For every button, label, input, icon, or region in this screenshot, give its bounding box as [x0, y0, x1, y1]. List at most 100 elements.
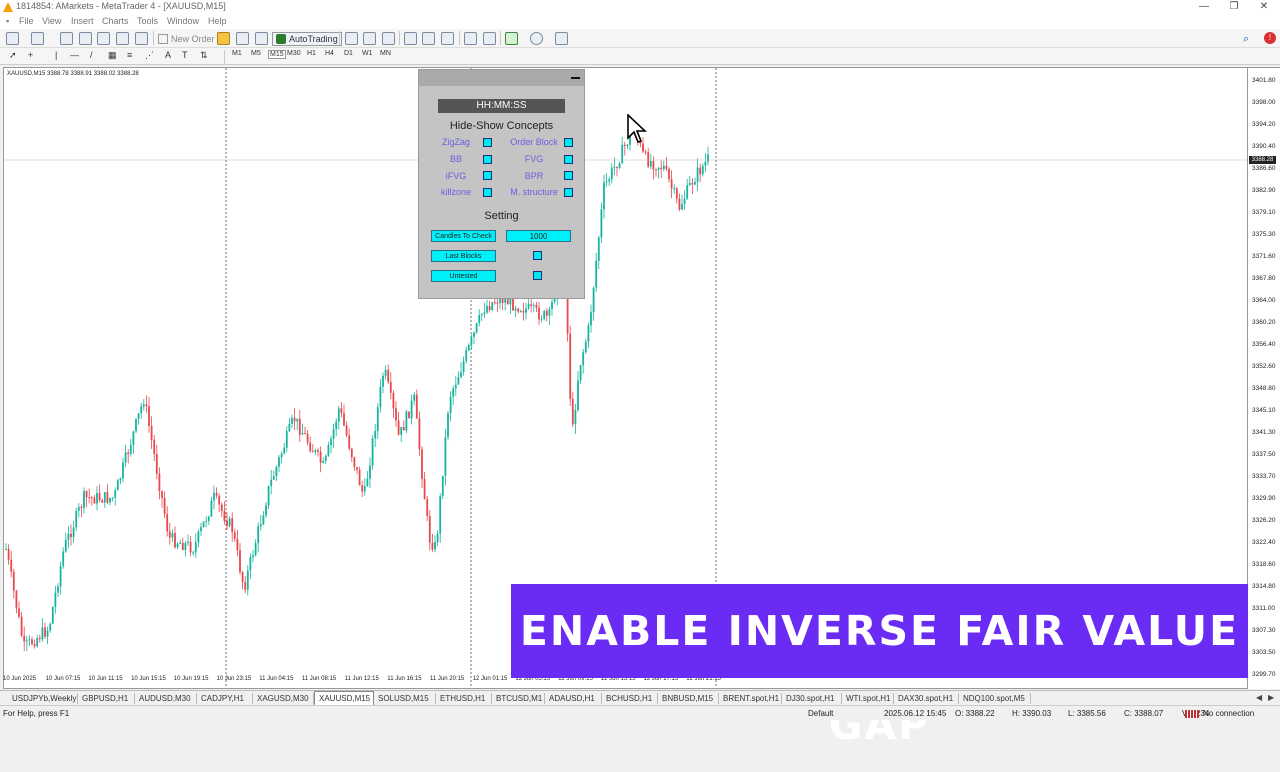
symbol-tab[interactable]: BTCUSD,M1 — [492, 693, 545, 704]
fibonacci-icon[interactable]: ≡ — [127, 50, 132, 60]
indicator-panel[interactable]: HH:MM:SS Hide-Show Concepts ZigZag Order… — [418, 69, 585, 299]
new-chart-icon[interactable] — [6, 32, 19, 45]
symbol-tab[interactable]: XAUUSD,M15 — [314, 691, 374, 705]
timeframe-m1[interactable]: M1 — [232, 50, 242, 57]
symbol-tab[interactable]: ETHUSD,H1 — [436, 693, 492, 704]
concept-bb-checkbox[interactable] — [483, 155, 492, 164]
concept-ifvg-checkbox[interactable] — [483, 171, 492, 180]
untested-button[interactable]: Untested — [431, 270, 496, 282]
vertical-line-icon[interactable]: | — [55, 50, 57, 60]
new-order-button[interactable]: New Order — [158, 32, 215, 46]
candle-body — [75, 510, 78, 528]
arrows-icon[interactable]: ⇅ — [200, 50, 208, 61]
menu-insert[interactable]: Insert — [71, 16, 94, 26]
navigator-icon[interactable] — [97, 32, 110, 45]
metaeditor-icon[interactable] — [217, 32, 230, 45]
symbol-tab[interactable]: CADJPY,H1 — [197, 693, 253, 704]
last-blocks-checkbox[interactable] — [533, 251, 542, 260]
timeframe-h1[interactable]: H1 — [307, 50, 316, 57]
chart-shift-icon[interactable] — [483, 32, 496, 45]
concept-fvg-checkbox[interactable] — [564, 155, 573, 164]
tabs-scroll-right-icon[interactable]: ▶ — [1268, 693, 1274, 702]
profiles-icon[interactable] — [31, 32, 44, 45]
line-chart-icon[interactable] — [382, 32, 395, 45]
candle-body — [358, 469, 361, 486]
symbol-tab[interactable]: WTI.spot,H1 — [842, 693, 894, 704]
menu-charts[interactable]: Charts — [102, 16, 129, 26]
zoom-in-icon[interactable] — [404, 32, 417, 45]
indicators-icon[interactable] — [505, 32, 518, 45]
symbol-tab[interactable]: GBPUSD,H1 — [78, 693, 135, 704]
tester-icon[interactable] — [135, 32, 148, 45]
symbol-tab[interactable]: DJ30.spot,H1 — [782, 693, 842, 704]
menu-help[interactable]: Help — [208, 16, 227, 26]
channel-icon[interactable]: ▦ — [108, 50, 117, 61]
options-icon[interactable] — [255, 32, 268, 45]
data-window-icon[interactable] — [79, 32, 92, 45]
bar-chart-icon[interactable] — [345, 32, 358, 45]
timeframe-m30[interactable]: M30 — [287, 50, 301, 57]
concept-zigzag-checkbox[interactable] — [483, 138, 492, 147]
zoom-out-icon[interactable] — [422, 32, 435, 45]
symbol-tab[interactable]: BNBUSD,M15 — [658, 693, 719, 704]
menu-tools[interactable]: Tools — [137, 16, 158, 26]
timeframe-mn[interactable]: MN — [380, 50, 391, 57]
timeframe-m5[interactable]: M5 — [251, 50, 261, 57]
candle-body — [10, 559, 13, 572]
concept-bpr-checkbox[interactable] — [564, 171, 573, 180]
menu-app-icon[interactable]: ▪ — [6, 16, 9, 26]
close-icon[interactable]: ✕ — [1252, 1, 1276, 13]
periods-icon[interactable] — [530, 32, 543, 45]
horizontal-line-icon[interactable]: — — [70, 50, 79, 60]
cursor-icon[interactable]: ➚ — [9, 50, 17, 61]
concept-order-block-checkbox[interactable] — [564, 138, 573, 147]
symbol-tab[interactable]: AUDUSD,M30 — [135, 693, 197, 704]
crosshair-icon[interactable]: + — [28, 50, 33, 60]
candle-body — [301, 432, 304, 435]
notification-icon[interactable]: ! — [1264, 32, 1276, 44]
text-label-icon[interactable]: T — [182, 50, 188, 60]
candle-body — [579, 365, 582, 381]
fibo-fan-icon[interactable]: ⋰ — [145, 50, 154, 61]
symbol-tab[interactable]: BCHUSD,H1 — [602, 693, 658, 704]
tabs-scroll-left-icon[interactable]: ◀ — [1256, 693, 1262, 702]
terminal-icon[interactable] — [116, 32, 129, 45]
text-icon[interactable]: A — [165, 50, 171, 60]
market-watch-icon[interactable] — [60, 32, 73, 45]
candle-body — [197, 531, 200, 543]
auto-trading-button[interactable]: AutoTrading — [272, 32, 342, 46]
menu-window[interactable]: Window — [167, 16, 199, 26]
untested-checkbox[interactable] — [533, 271, 542, 280]
timeframe-m15[interactable]: M15 — [268, 50, 286, 59]
candles-to-check-input[interactable]: 1000 — [506, 230, 571, 242]
panel-header[interactable] — [419, 70, 584, 86]
candles-to-check-button[interactable]: Candles To Check — [431, 230, 496, 242]
print-icon[interactable] — [236, 32, 249, 45]
symbol-tab[interactable]: USDJPYb,Weekly — [8, 693, 78, 704]
symbol-tab[interactable]: NDQ100.spot,M5 — [959, 693, 1031, 704]
symbol-tab[interactable]: DAX30.spot,H1 — [894, 693, 959, 704]
symbol-tab[interactable]: BRENT.spot,H1 — [719, 693, 782, 704]
symbol-tab[interactable]: ADAUSD,H1 — [545, 693, 602, 704]
price-tick-label: 3390.40 — [1252, 143, 1276, 150]
symbol-tab[interactable]: XAGUSD,M30 — [253, 693, 314, 704]
symbol-tab[interactable]: SOLUSD,M15 — [374, 693, 436, 704]
trendline-icon[interactable]: / — [90, 50, 93, 60]
timeframe-w1[interactable]: W1 — [362, 50, 373, 57]
menu-file[interactable]: File — [19, 16, 34, 26]
auto-scroll-icon[interactable] — [464, 32, 477, 45]
candlestick-icon[interactable] — [363, 32, 376, 45]
concept-killzone-checkbox[interactable] — [483, 188, 492, 197]
menu-view[interactable]: View — [42, 16, 61, 26]
restore-icon[interactable]: ❐ — [1222, 1, 1246, 13]
tile-windows-icon[interactable] — [441, 32, 454, 45]
timeframe-h4[interactable]: H4 — [325, 50, 334, 57]
minimize-icon[interactable]: — — [1192, 1, 1216, 13]
concept-market-structure-checkbox[interactable] — [564, 188, 573, 197]
candle-body — [681, 204, 683, 210]
timeframe-d1[interactable]: D1 — [344, 50, 353, 57]
templates-icon[interactable] — [555, 32, 568, 45]
panel-minimize-icon[interactable] — [571, 77, 580, 79]
last-blocks-button[interactable]: Last Blocks — [431, 250, 496, 262]
search-icon[interactable]: ⌕ — [1243, 32, 1249, 46]
